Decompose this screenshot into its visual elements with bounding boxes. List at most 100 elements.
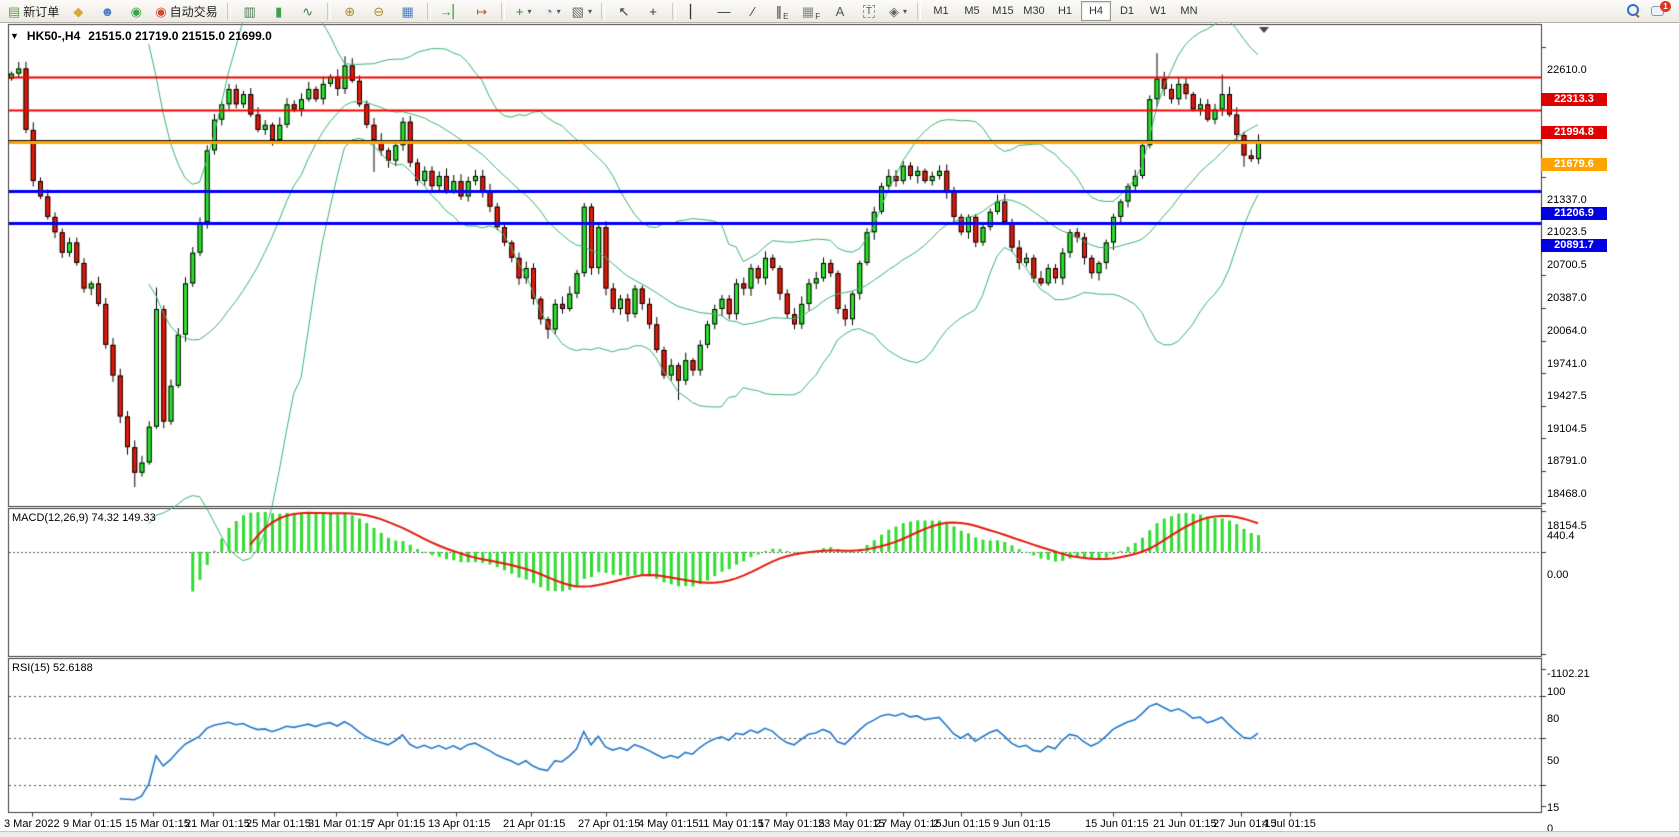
channel-icon: ∥ — [776, 5, 783, 18]
timeframe-m1-button[interactable]: M1 — [926, 1, 956, 21]
zoom-in-icon: ⊕ — [344, 5, 355, 18]
auto-trading-button[interactable]: ◉自动交易 — [151, 0, 221, 22]
timeframe-w1-button[interactable]: W1 — [1143, 1, 1173, 21]
horizontal-line-button[interactable]: ― — [710, 0, 738, 22]
timeframe-h1-button[interactable]: H1 — [1050, 1, 1080, 21]
chart-window: ▼ HK50-,H4 21515.0 21719.0 21515.0 21699… — [0, 23, 1679, 837]
toolbar-right-group: 1 — [1627, 4, 1675, 18]
price-tick-label: 21023.5 — [1547, 226, 1587, 238]
fibonacci-button[interactable]: ▦F — [797, 0, 825, 22]
indicators-icon: + — [516, 5, 524, 18]
date-tick-label: 7 Apr 01:15 — [369, 818, 425, 830]
text-label-button[interactable]: T — [855, 0, 883, 22]
zoom-in-button[interactable]: ⊕ — [336, 0, 364, 22]
arrows-button[interactable]: ◈▾ — [884, 0, 912, 22]
styles-icon: ◆ — [73, 5, 83, 18]
line-chart-button[interactable]: ∿ — [294, 0, 322, 22]
rsi-indicator-label: RSI(15) 52.6188 — [12, 662, 93, 674]
dropdown-arrow-icon[interactable]: ▾ — [588, 7, 592, 16]
date-tick-label: 17 May 01:15 — [758, 818, 825, 830]
price-tick-label: 18791.0 — [1547, 455, 1587, 467]
toolbar-separator — [917, 3, 921, 20]
date-tick-label: 21 Apr 01:15 — [503, 818, 565, 830]
mt4-window: ▤新订单◆☻◉◉自动交易▥▮∿⊕⊖▦→▏↦+▾◔▾▧▾↖+▏―∕∥E▦FAT◈▾… — [0, 0, 1679, 837]
tile-windows-button[interactable]: ▦ — [394, 0, 422, 22]
toolbar-separator — [327, 3, 331, 20]
macd-indicator-label: MACD(12,26,9) 74.32 149.33 — [12, 512, 156, 524]
date-tick-label: 3 Mar 2022 — [4, 818, 60, 830]
zoom-out-button[interactable]: ⊖ — [365, 0, 393, 22]
tile-windows-icon: ▦ — [402, 5, 414, 18]
trendline-icon: ∕ — [752, 5, 754, 18]
date-tick-label: 21 Mar 01:15 — [185, 818, 250, 830]
search-icon[interactable] — [1627, 4, 1641, 18]
date-tick-label: 13 Apr 01:15 — [428, 818, 490, 830]
dropdown-arrow-icon[interactable]: ▾ — [527, 7, 531, 16]
chart-ohlc-values: 21515.0 21719.0 21515.0 21699.0 — [88, 29, 272, 43]
timeframe-d1-button[interactable]: D1 — [1112, 1, 1142, 21]
macd-name: MACD(12,26,9) — [12, 512, 88, 524]
timeframe-m15-button[interactable]: M15 — [988, 1, 1018, 21]
arrows-icon: ◈ — [889, 5, 899, 18]
date-tick-label: 9 Mar 01:15 — [63, 818, 122, 830]
chart-collapse-button[interactable]: ▼ — [10, 31, 19, 41]
toolbar-separator — [501, 3, 505, 20]
horizontal-line-icon: ― — [717, 5, 730, 18]
price-tick-label: 20700.5 — [1547, 259, 1587, 271]
periods-button[interactable]: ◔▾ — [539, 0, 567, 22]
timeframe-mn-button[interactable]: MN — [1174, 1, 1204, 21]
rsi-tick-label: 50 — [1547, 755, 1559, 767]
macd-tick-label: -1102.21 — [1547, 668, 1590, 680]
new-order-button[interactable]: ▤新订单 — [4, 0, 63, 22]
market-watch-button[interactable]: ☻ — [93, 0, 121, 22]
dropdown-arrow-icon[interactable]: ▾ — [903, 7, 907, 16]
bar-chart-button[interactable]: ▥ — [236, 0, 264, 22]
cursor-button[interactable]: ↖ — [610, 0, 638, 22]
date-tick-label: 11 May 01:15 — [698, 818, 764, 830]
chart-title: ▼ HK50-,H4 21515.0 21719.0 21515.0 21699… — [10, 29, 272, 43]
dropdown-arrow-icon[interactable]: ▾ — [557, 7, 561, 16]
date-tick-label: 27 May 01:15 — [875, 818, 942, 830]
toolbar-separator — [227, 3, 231, 20]
new-order-icon: ▤ — [8, 5, 20, 18]
data-window-button[interactable]: ◉ — [122, 0, 150, 22]
price-tick-label: 18468.0 — [1547, 488, 1587, 500]
bar-chart-icon: ▥ — [244, 5, 256, 18]
auto-scroll-icon: →▏ — [440, 5, 463, 18]
date-tick-label: 15 Jun 01:15 — [1085, 818, 1149, 830]
price-tick-label: 22610.0 — [1547, 64, 1587, 76]
price-chart-canvas[interactable] — [0, 23, 1679, 837]
notifications-icon[interactable]: 1 — [1651, 4, 1667, 18]
channel-button[interactable]: ∥E — [768, 0, 796, 22]
fibonacci-icon: ▦ — [802, 5, 814, 18]
text-label-icon: T — [863, 5, 875, 18]
crosshair-icon: + — [649, 5, 657, 18]
trendline-button[interactable]: ∕ — [739, 0, 767, 22]
indicators-button[interactable]: +▾ — [510, 0, 538, 22]
styles-button[interactable]: ◆ — [64, 0, 92, 22]
timeframe-h4-button[interactable]: H4 — [1081, 1, 1111, 21]
level-price-label: 22313.3 — [1541, 93, 1607, 106]
rsi-tick-label: 100 — [1547, 686, 1565, 698]
templates-button[interactable]: ▧▾ — [568, 0, 596, 22]
timeframe-m30-button[interactable]: M30 — [1019, 1, 1049, 21]
icon-subscript: F — [815, 12, 820, 21]
new-order-button-label: 新订单 — [23, 3, 59, 20]
rsi-value: 52.6188 — [53, 662, 93, 674]
auto-scroll-button[interactable]: →▏ — [436, 0, 467, 22]
date-tick-label: 31 Mar 01:15 — [308, 818, 373, 830]
price-tick-label: 19104.5 — [1547, 423, 1587, 435]
text-button[interactable]: A — [826, 0, 854, 22]
crosshair-button[interactable]: + — [639, 0, 667, 22]
cursor-icon: ↖ — [619, 5, 630, 18]
timeframe-m5-button[interactable]: M5 — [957, 1, 987, 21]
chart-shift-button[interactable]: ↦ — [468, 0, 496, 22]
data-window-icon: ◉ — [131, 5, 142, 18]
candle-chart-button[interactable]: ▮ — [265, 0, 293, 22]
vertical-line-button[interactable]: ▏ — [681, 0, 709, 22]
chart-symbol-period: HK50-,H4 — [27, 29, 80, 43]
date-tick-label: 4 May 01:15 — [638, 818, 699, 830]
date-tick-label: 9 Jun 01:15 — [993, 818, 1051, 830]
vertical-line-icon: ▏ — [690, 5, 700, 18]
rsi-tick-label: 15 — [1547, 802, 1559, 814]
